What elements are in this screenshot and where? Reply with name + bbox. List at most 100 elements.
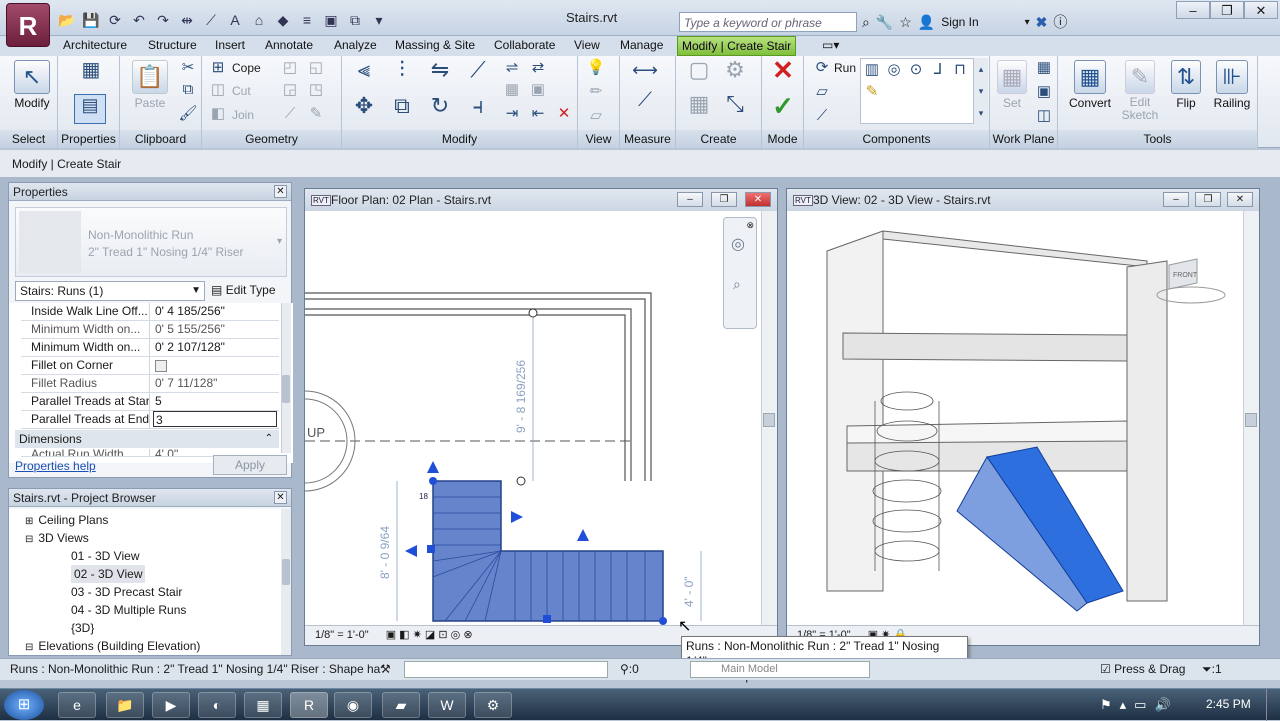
default-3d-icon[interactable]: ⌂ [250, 11, 268, 29]
text-icon[interactable]: A [226, 11, 244, 29]
switch-windows-icon[interactable]: ⧉ [346, 11, 364, 29]
join-button[interactable]: Join [232, 108, 254, 122]
signin-dropdown-icon[interactable]: ▾ [1025, 17, 1030, 28]
paste-button[interactable]: 📋 Paste [128, 60, 172, 110]
override-graphics-icon[interactable]: ✏ [586, 82, 606, 102]
browser-scroll-thumb[interactable] [282, 559, 290, 585]
camtasia-icon[interactable]: ◉ [334, 692, 372, 718]
move-icon[interactable]: ✥ [350, 95, 378, 124]
visual-style-icon[interactable]: ◧ [399, 629, 409, 641]
tab-options-icon[interactable]: ▭▾ [818, 36, 843, 56]
clock[interactable]: 2:45 PM [1206, 697, 1251, 711]
zoom-icon[interactable]: ⌕ [733, 276, 741, 293]
join-icon[interactable]: ◧ [208, 104, 228, 124]
convert-button[interactable]: ▦ Convert [1062, 60, 1118, 110]
tab-collaborate[interactable]: Collaborate [490, 36, 559, 56]
filter-icon[interactable]: ⏷:1 [1202, 659, 1222, 680]
calculator-icon[interactable]: ▦ [244, 692, 282, 718]
flip-button[interactable]: ⇅ Flip [1164, 60, 1208, 110]
maximize-button[interactable]: ❐ [1210, 1, 1244, 19]
tree-item-3d-default[interactable]: {3D} [71, 619, 94, 637]
scale-icon[interactable]: ▣ [528, 80, 548, 100]
show-desktop-button[interactable] [1266, 689, 1280, 721]
gallery-scroll-icon[interactable]: ▴ ▾ ▾ [974, 58, 988, 124]
support-icon[interactable]: ⟋ [812, 106, 832, 126]
unjoin-icon[interactable]: ⟋ [280, 104, 300, 124]
sun-path-icon[interactable]: ✷ [413, 629, 422, 641]
ie-icon[interactable]: e [58, 692, 96, 718]
wall-joins-icon[interactable]: ◲ [280, 80, 300, 100]
array-icon[interactable]: ▦ [502, 80, 522, 100]
tab-insert[interactable]: Insert [211, 36, 249, 56]
tab-annotate[interactable]: Annotate [261, 36, 317, 56]
railing-button[interactable]: ⊪ Railing [1208, 60, 1256, 110]
properties-icon[interactable]: ▤ [74, 94, 106, 124]
explorer-icon[interactable]: 📁 [106, 692, 144, 718]
subscription-icon[interactable]: 🔧 [876, 14, 893, 31]
tab-architecture[interactable]: Architecture [59, 36, 131, 56]
apply-button[interactable]: Apply [213, 455, 287, 475]
tab-massing-site[interactable]: Massing & Site [391, 36, 479, 56]
mirror-axis-icon[interactable]: ⇋ [426, 59, 454, 88]
hide-icon[interactable]: 💡 [586, 58, 606, 78]
ref-plane-icon[interactable]: ▣ [1034, 82, 1054, 102]
offset-icon[interactable]: ⫶ [388, 59, 416, 88]
redo-icon[interactable]: ↷ [154, 11, 172, 29]
tab-modify-create-stair[interactable]: Modify | Create Stair [677, 36, 797, 56]
type-selector[interactable]: Non-Monolithic Run 2" Tread 1" Nosing 1/… [15, 207, 287, 277]
pin-icon[interactable]: ⇥ [502, 104, 522, 124]
show-work-plane-icon[interactable]: ▦ [1034, 58, 1054, 78]
straight-run-icon[interactable]: ▥ [862, 60, 882, 80]
linework-icon[interactable]: ▱ [586, 106, 606, 126]
temp-hide-icon[interactable]: ◎ [451, 629, 461, 641]
properties-close-icon[interactable]: ✕ [274, 185, 287, 198]
section-icon[interactable]: ◆ [274, 11, 292, 29]
delete-icon[interactable]: ✕ [554, 104, 574, 124]
notes-icon[interactable]: ▰ [382, 692, 420, 718]
3d-close-button[interactable]: ✕ [1227, 192, 1253, 207]
start-button[interactable]: ⊞ [4, 690, 44, 720]
modify-button[interactable]: ↖ Modify [10, 60, 54, 110]
trim-extend-icon[interactable]: ⫞ [464, 95, 492, 124]
detail-level-icon[interactable]: ▣ [386, 629, 396, 641]
design-options-icon[interactable]: ⚲:0 [620, 659, 639, 680]
tree-item-elevations[interactable]: ⊟ Elevations (Building Elevation) [25, 637, 200, 655]
favorites-star-icon[interactable]: ☆ [899, 14, 912, 31]
shadows-icon[interactable]: ◪ [425, 629, 435, 641]
match-type-icon[interactable]: 🖌 [178, 104, 198, 124]
help-icon[interactable]: ⓘ [1053, 12, 1067, 32]
tree-item-3d-views[interactable]: ⊟ 3D Views [25, 529, 89, 549]
tab-manage[interactable]: Manage [616, 36, 667, 56]
finish-edit-icon[interactable]: ✓ [770, 93, 796, 122]
spiral-run-icon[interactable]: ◎ [884, 60, 904, 80]
split-face-icon[interactable]: ◰ [280, 58, 300, 78]
section-header-dimensions[interactable]: Dimensions ⌃ [15, 430, 279, 448]
3d-restore-button[interactable]: ❐ [1195, 192, 1221, 207]
floor-plan-canvas[interactable]: UP 9' - 8 169/256 8' - 0 9/64 4' - 0" 18 [305, 211, 761, 625]
reveal-icon[interactable]: ⊗ [463, 629, 472, 641]
cope-icon[interactable]: ⊞ [208, 58, 228, 78]
tab-analyze[interactable]: Analyze [330, 36, 381, 56]
split-icon[interactable]: ⇌ [502, 58, 522, 78]
l-winder-icon[interactable]: ⅃ [928, 60, 948, 80]
tools-icon[interactable]: ⚙ [474, 692, 512, 718]
create-parts-icon[interactable]: ⤡ [720, 93, 750, 124]
tree-item-04-3d-multiple[interactable]: 04 - 3D Multiple Runs [71, 601, 186, 619]
cut-geometry-icon[interactable]: ◫ [208, 80, 228, 100]
3d-canvas[interactable]: FRONT [787, 211, 1243, 625]
tree-item-01-3d-view[interactable]: 01 - 3D View [71, 547, 139, 565]
qat-dropdown-icon[interactable]: ▾ [370, 11, 388, 29]
remove-paint-icon[interactable]: ✎ [306, 104, 326, 124]
vertical-scroll-thumb[interactable] [763, 413, 775, 427]
sync-icon[interactable]: ⟳ [106, 11, 124, 29]
aligned-dimension-icon[interactable]: ⟋ [202, 11, 220, 29]
run-button[interactable]: Run [834, 61, 856, 75]
close-button[interactable]: ✕ [1244, 1, 1278, 19]
cancel-edit-icon[interactable]: ✕ [770, 57, 796, 86]
cope-button[interactable]: Cope [232, 61, 261, 75]
view-scale[interactable]: 1/8" = 1'-0" [315, 629, 369, 641]
worksets-icon[interactable]: ⚒ [380, 659, 391, 680]
media-player-icon[interactable]: ▶ [152, 692, 190, 718]
properties-scroll-thumb[interactable] [282, 375, 290, 403]
paint-icon[interactable]: ◱ [306, 58, 326, 78]
